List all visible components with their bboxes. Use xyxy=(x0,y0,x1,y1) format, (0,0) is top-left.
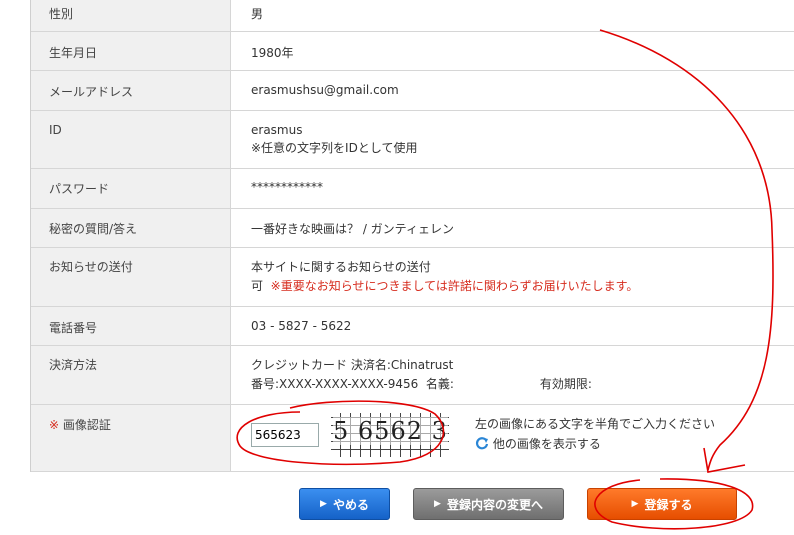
row-captcha: ※ 画像認証 5 6562 3 左の画像にある文字を半角でご入力ください 他の画… xyxy=(31,405,794,472)
value-id: erasmus ※任意の文字列をIDとして使用 xyxy=(231,111,794,168)
cancel-button-label: やめる xyxy=(332,497,369,512)
label-gender: 性別 xyxy=(31,0,231,31)
arrow-icon: ▶ xyxy=(320,499,327,509)
change-registration-label: 登録内容の変更へ xyxy=(446,497,543,512)
value-gender: 男 xyxy=(251,7,264,21)
captcha-refresh-link[interactable]: 他の画像を表示する xyxy=(475,435,715,452)
notice-line1: 本サイトに関するお知らせの送付 xyxy=(251,260,431,274)
captcha-help: 左の画像にある文字を半角でご入力ください 他の画像を表示する xyxy=(475,415,715,452)
payment-line1: クレジットカード 決済名:Chinatrust xyxy=(251,358,454,372)
label-birthdate: 生年月日 xyxy=(31,32,231,70)
change-registration-button[interactable]: ▶ 登録内容の変更へ xyxy=(413,488,564,520)
id-value: erasmus xyxy=(251,123,303,137)
payment-expiry: 有効期限: xyxy=(539,377,592,391)
notice-line2: 可 ※重要なお知らせにつきましては許諾に関わらずお届けいたします。 xyxy=(251,277,794,294)
payment-card-number: 番号:XXXX-XXXX-XXXX-9456 xyxy=(251,377,419,391)
value-birthdate: 1980年 xyxy=(251,46,294,60)
row-phone: 電話番号 03 - 5827 - 5622 xyxy=(31,307,794,346)
value-payment: クレジットカード 決済名:Chinatrust 番号:XXXX-XXXX-XXX… xyxy=(231,346,794,404)
confirmation-form-table: 性別 男 生年月日 1980年 メールアドレス erasmushsu@gmail… xyxy=(30,0,794,472)
value-email: erasmushsu@gmail.com xyxy=(251,83,399,97)
cancel-button[interactable]: ▶ やめる xyxy=(299,488,390,520)
payment-holder-name: 名義: xyxy=(425,377,454,391)
captcha-image: 5 6562 3 xyxy=(331,413,449,457)
captcha-image-text: 5 6562 3 xyxy=(333,417,448,445)
label-captcha: ※ 画像認証 xyxy=(31,405,231,471)
row-password: パスワード ************ xyxy=(31,169,794,209)
payment-line2: 番号:XXXX-XXXX-XXXX-9456 名義: 有効期限: xyxy=(251,375,794,392)
label-notice: お知らせの送付 xyxy=(31,248,231,306)
value-notice: 本サイトに関するお知らせの送付 可 ※重要なお知らせにつきましては許諾に関わらず… xyxy=(231,248,794,306)
arrow-icon: ▶ xyxy=(434,499,441,509)
row-payment: 決済方法 クレジットカード 決済名:Chinatrust 番号:XXXX-XXX… xyxy=(31,346,794,405)
row-email: メールアドレス erasmushsu@gmail.com xyxy=(31,71,794,111)
row-secret-question: 秘密の質問/答え 一番好きな映画は？ / ガンティェレン xyxy=(31,209,794,248)
notice-permission: 可 xyxy=(251,279,264,293)
captcha-label: 画像認証 xyxy=(62,418,111,432)
refresh-icon xyxy=(475,436,489,450)
label-phone: 電話番号 xyxy=(31,307,231,345)
id-note: ※任意の文字列をIDとして使用 xyxy=(251,141,418,155)
captcha-instruction: 左の画像にある文字を半角でご入力ください xyxy=(475,417,716,431)
captcha-input[interactable] xyxy=(251,423,319,447)
label-password: パスワード xyxy=(31,169,231,208)
notice-important-note: ※重要なお知らせにつきましては許諾に関わらずお届けいたします。 xyxy=(270,279,639,293)
value-password: ************ xyxy=(251,180,323,194)
value-captcha: 5 6562 3 左の画像にある文字を半角でご入力ください 他の画像を表示する xyxy=(231,405,794,471)
register-button[interactable]: ▶ 登録する xyxy=(587,488,737,520)
label-email: メールアドレス xyxy=(31,71,231,110)
row-notice: お知らせの送付 本サイトに関するお知らせの送付 可 ※重要なお知らせにつきまして… xyxy=(31,248,794,307)
row-id: ID erasmus ※任意の文字列をIDとして使用 xyxy=(31,111,794,169)
row-gender: 性別 男 xyxy=(31,0,794,32)
row-birthdate: 生年月日 1980年 xyxy=(31,32,794,71)
captcha-refresh-label: 他の画像を表示する xyxy=(492,437,601,451)
label-payment: 決済方法 xyxy=(31,346,231,404)
value-secret-question: 一番好きな映画は？ / ガンティェレン xyxy=(251,222,454,236)
label-id: ID xyxy=(31,111,231,168)
required-mark: ※ xyxy=(49,418,60,432)
value-phone: 03 - 5827 - 5622 xyxy=(251,319,352,333)
label-secret-question: 秘密の質問/答え xyxy=(31,209,231,247)
register-button-label: 登録する xyxy=(644,497,693,512)
arrow-icon: ▶ xyxy=(631,499,639,509)
